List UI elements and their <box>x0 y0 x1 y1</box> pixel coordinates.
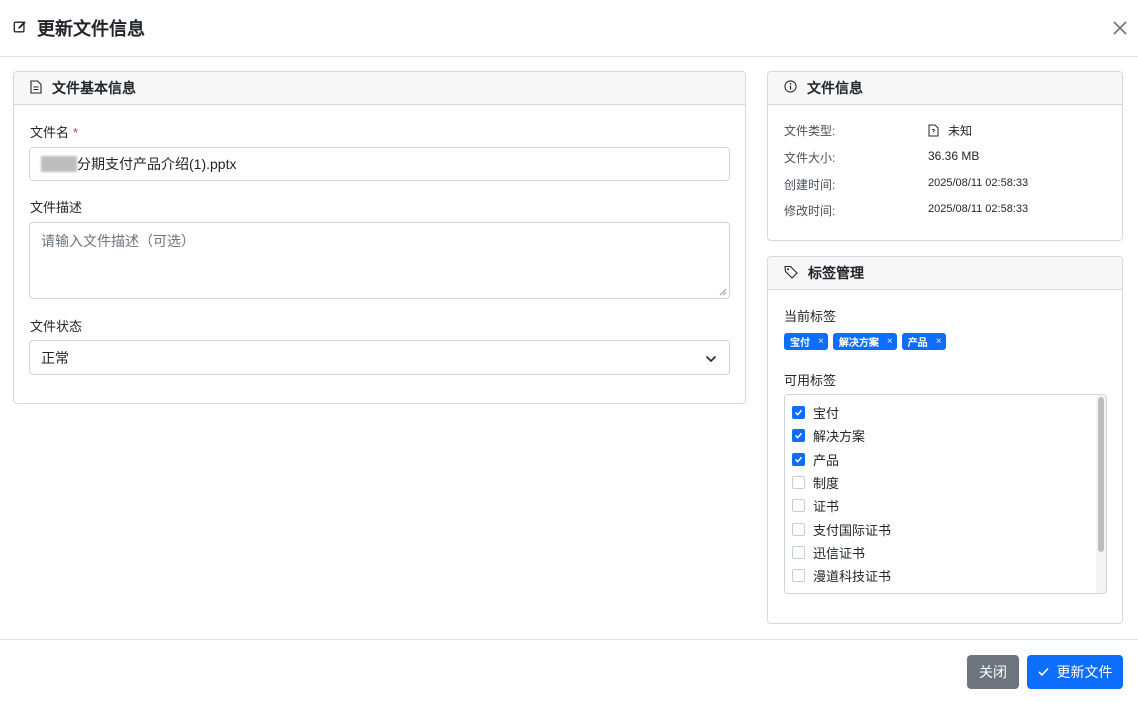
tag-chip: 产品 × <box>901 333 946 350</box>
file-status-value: 正常 <box>41 349 69 366</box>
checkbox-unchecked[interactable] <box>792 498 805 512</box>
close-icon[interactable] <box>1110 18 1130 38</box>
redacted-block <box>41 156 77 172</box>
list-item[interactable]: 支付国际证书 <box>792 520 891 538</box>
file-type-value: 未知 <box>928 122 972 139</box>
resize-handle-icon[interactable] <box>719 288 727 296</box>
checkbox-unchecked[interactable] <box>792 545 805 559</box>
tag-chip: 宝付 × <box>784 333 828 350</box>
tags-card: 标签管理 当前标签 宝付 × 解决方案 × 产品 × 可用标签 宝付 解决方案 产品 … <box>767 256 1123 624</box>
chevron-down-icon <box>705 352 717 368</box>
file-info-card: 文件信息 文件类型: 未知 文件大小: 36.36 MB 创建时间: 2025/… <box>767 71 1123 241</box>
modal-footer: 关闭 更新文件 <box>0 639 1138 702</box>
file-name-input[interactable]: 分期支付产品介绍(1).pptx <box>29 147 730 181</box>
file-desc-label: 文件描述 <box>30 200 83 215</box>
edit-icon <box>13 20 27 37</box>
list-item[interactable]: 产品 <box>792 450 839 468</box>
file-info-header: 文件信息 <box>768 72 1122 105</box>
file-type-text: 未知 <box>948 124 973 138</box>
list-item-label: 证书 <box>813 498 840 514</box>
list-item-label: 制度 <box>813 475 840 491</box>
tag-remove-icon[interactable]: × <box>936 336 942 347</box>
tags-header: 标签管理 <box>768 257 1122 290</box>
checkbox-checked[interactable] <box>792 405 805 419</box>
checkbox-unchecked[interactable] <box>792 522 805 536</box>
required-mark: * <box>73 125 79 140</box>
tag-chip-label: 宝付 <box>790 338 810 349</box>
created-time-label: 创建时间: <box>784 178 836 192</box>
file-size-label: 文件大小: <box>784 151 836 165</box>
list-item-label: 漫道科技证书 <box>813 568 892 584</box>
checkbox-unchecked[interactable] <box>792 475 805 489</box>
update-file-button[interactable]: 更新文件 <box>1027 655 1123 689</box>
check-icon <box>1037 667 1049 677</box>
list-item-label: 支付国际证书 <box>813 522 892 538</box>
file-name-value: 分期支付产品介绍(1).pptx <box>77 156 237 172</box>
list-item-label: 解决方案 <box>813 428 866 444</box>
update-file-button-label: 更新文件 <box>1056 664 1113 680</box>
close-button[interactable]: 关闭 <box>967 655 1019 689</box>
file-status-label: 文件状态 <box>30 319 83 334</box>
modified-time-value: 2025/08/11 02:58:33 <box>928 203 1029 215</box>
list-item[interactable]: 漫道科技证书 <box>792 566 891 584</box>
file-type-icon <box>928 124 939 137</box>
list-item-label: 宝付 <box>813 405 840 421</box>
basic-info-header: 文件基本信息 <box>14 72 745 105</box>
scrollbar-thumb[interactable] <box>1098 397 1104 552</box>
tag-remove-icon[interactable]: × <box>818 336 824 347</box>
available-tags-list[interactable]: 宝付 解决方案 产品 制度 证书 支付国际证书 迅信证书 漫道科技证书 <box>784 394 1107 594</box>
file-icon <box>30 79 42 97</box>
file-status-select[interactable]: 正常 <box>29 340 730 375</box>
scrollbar[interactable] <box>1096 395 1106 593</box>
list-item[interactable]: 制度 <box>792 473 839 491</box>
tag-chip-label: 解决方案 <box>838 338 879 349</box>
list-item[interactable]: 宝付 <box>792 403 839 421</box>
created-time-value: 2025/08/11 02:58:33 <box>928 177 1029 189</box>
available-tags-label: 可用标签 <box>784 373 837 388</box>
checkbox-checked[interactable] <box>792 428 805 442</box>
file-type-label: 文件类型: <box>784 124 836 138</box>
close-button-label: 关闭 <box>979 664 1007 680</box>
checkbox-checked[interactable] <box>792 452 805 466</box>
list-item[interactable]: 解决方案 <box>792 426 865 444</box>
file-desc-textarea[interactable]: 请输入文件描述（可选） <box>29 222 730 299</box>
checkbox-unchecked[interactable] <box>792 568 805 582</box>
file-name-label-text: 文件名 <box>30 125 70 140</box>
modified-time-label: 修改时间: <box>784 204 836 218</box>
basic-info-card: 文件基本信息 文件名 * 分期支付产品介绍(1).pptx 文件描述 请输入文件描… <box>13 71 746 404</box>
tag-chip-label: 产品 <box>907 338 928 349</box>
list-item-label: 迅信证书 <box>813 545 866 561</box>
file-size-value: 36.36 MB <box>928 149 980 163</box>
file-name-label: 文件名 * <box>30 122 78 141</box>
basic-info-title: 文件基本信息 <box>52 80 136 96</box>
info-icon <box>784 80 797 96</box>
file-desc-placeholder: 请输入文件描述（可选） <box>41 233 195 249</box>
list-item[interactable]: 证书 <box>792 496 839 514</box>
current-tags-label: 当前标签 <box>784 309 837 324</box>
current-tags: 宝付 × 解决方案 × 产品 × <box>784 333 946 350</box>
tag-chip: 解决方案 × <box>832 333 897 350</box>
modal-title: 更新文件信息 <box>37 19 145 39</box>
modal-header: 更新文件信息 <box>0 0 1138 57</box>
file-info-title: 文件信息 <box>807 80 863 96</box>
tag-icon <box>784 265 798 282</box>
list-item-label: 产品 <box>813 452 840 468</box>
tag-remove-icon[interactable]: × <box>887 336 893 347</box>
list-item[interactable]: 迅信证书 <box>792 543 865 561</box>
tags-title: 标签管理 <box>808 265 864 281</box>
